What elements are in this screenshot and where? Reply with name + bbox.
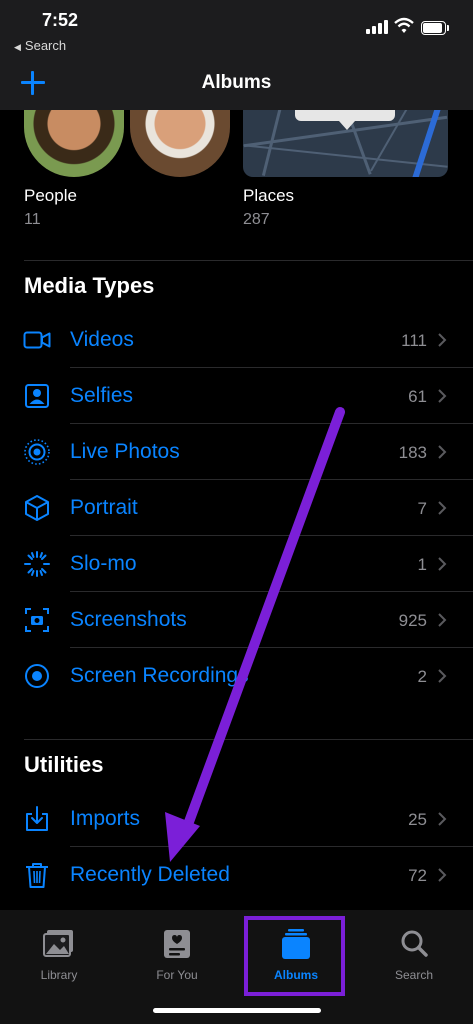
video-icon xyxy=(23,331,51,349)
album-row-imports[interactable]: Imports 25 xyxy=(0,791,473,847)
library-photos-icon xyxy=(43,930,73,957)
chevron-right-icon xyxy=(438,812,447,826)
album-row-count: 72 xyxy=(408,866,427,885)
wifi-icon xyxy=(394,17,414,33)
home-indicator[interactable] xyxy=(153,1008,321,1013)
tab-label: For You xyxy=(156,968,198,982)
album-row-count: 111 xyxy=(401,331,427,350)
back-search-label: Search xyxy=(24,38,67,53)
live-photos-icon xyxy=(24,439,50,465)
album-row-count: 1 xyxy=(417,555,427,574)
chevron-right-icon xyxy=(438,389,447,403)
albums-tab-highlight xyxy=(244,916,345,996)
tab-label: Library xyxy=(40,968,78,982)
places-album-label[interactable]: Places xyxy=(243,186,294,206)
section-divider xyxy=(24,739,473,740)
navigation-bar: 7:52 ◀ Search Albums xyxy=(0,0,473,110)
status-time: 7:52 xyxy=(42,10,79,30)
people-album-label[interactable]: People xyxy=(24,186,77,206)
album-row-label: Imports xyxy=(70,807,141,830)
album-row-live-photos[interactable]: Live Photos 183 xyxy=(0,424,473,480)
utilities-heading: Utilities xyxy=(24,752,104,777)
import-tray-icon xyxy=(26,806,48,831)
album-row-count: 25 xyxy=(408,810,427,829)
tab-search[interactable]: Search xyxy=(364,928,464,998)
tab-label: Search xyxy=(394,968,434,982)
trash-icon xyxy=(26,863,48,888)
album-row-count: 183 xyxy=(398,443,427,462)
album-row-label: Screenshots xyxy=(70,608,187,631)
magnifier-icon xyxy=(401,930,428,957)
album-row-slo-mo[interactable]: Slo-mo 1 xyxy=(0,536,473,592)
portrait-cube-icon xyxy=(25,495,49,521)
album-row-count: 925 xyxy=(398,611,427,630)
back-triangle-icon: ◀ xyxy=(14,42,21,52)
album-row-screen-recordings[interactable]: Screen Recordings 2 xyxy=(0,648,473,704)
screen-recording-icon xyxy=(25,664,49,688)
album-row-selfies[interactable]: Selfies 61 xyxy=(0,368,473,424)
tab-library[interactable]: Library xyxy=(9,928,109,998)
page-title: Albums xyxy=(201,72,272,93)
album-row-count: 61 xyxy=(408,387,427,406)
screenshot-icon xyxy=(25,608,49,632)
chevron-right-icon xyxy=(438,613,447,627)
album-row-label: Screen Recordings xyxy=(70,664,249,687)
for-you-icon xyxy=(164,930,190,958)
album-row-screenshots[interactable]: Screenshots 925 xyxy=(0,592,473,648)
selfie-icon xyxy=(25,384,49,408)
section-divider xyxy=(24,260,473,261)
album-row-videos[interactable]: Videos 111 xyxy=(0,312,473,368)
album-row-label: Videos xyxy=(70,328,134,351)
tab-bar: Library For You Albums Search xyxy=(0,910,473,1024)
chevron-right-icon xyxy=(438,557,447,571)
people-album-count: 11 xyxy=(24,211,41,228)
album-row-portrait[interactable]: Portrait 7 xyxy=(0,480,473,536)
slomo-icon xyxy=(24,551,50,577)
album-row-recently-deleted[interactable]: Recently Deleted 72 xyxy=(0,847,473,903)
cellular-signal-icon xyxy=(366,20,388,34)
battery-icon xyxy=(421,21,449,35)
tab-for-you[interactable]: For You xyxy=(127,928,227,998)
back-to-search-link[interactable]: ◀ Search xyxy=(14,38,66,53)
album-row-label: Slo-mo xyxy=(70,552,137,575)
album-row-label: Recently Deleted xyxy=(70,863,230,886)
chevron-right-icon xyxy=(438,669,447,683)
chevron-right-icon xyxy=(438,868,447,882)
media-types-heading: Media Types xyxy=(24,273,155,298)
chevron-right-icon xyxy=(438,501,447,515)
chevron-right-icon xyxy=(438,445,447,459)
album-row-label: Portrait xyxy=(70,496,138,519)
chevron-right-icon xyxy=(438,333,447,347)
album-row-label: Live Photos xyxy=(70,440,180,463)
album-row-label: Selfies xyxy=(70,384,134,407)
album-row-count: 2 xyxy=(417,667,427,686)
album-row-count: 7 xyxy=(417,499,427,518)
places-album-count: 287 xyxy=(243,211,270,228)
